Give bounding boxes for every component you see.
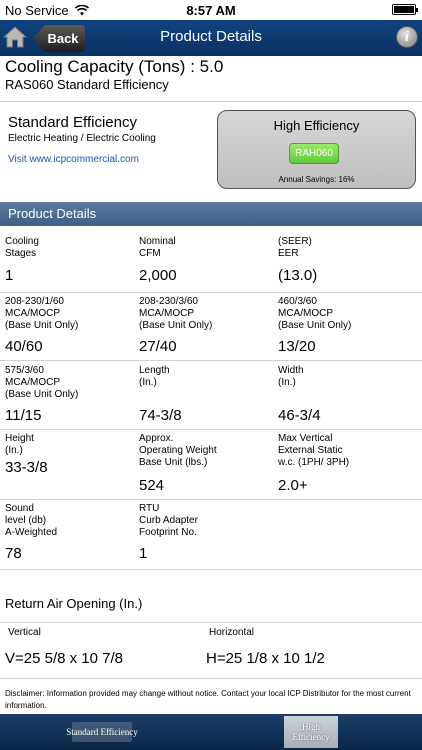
section-header: Product Details [0,202,422,226]
tab-label: High Efficiency [292,722,330,742]
tab-label: Standard Efficiency [66,727,138,737]
detail-label: Sound level (db) A-Weighted [5,503,58,538]
detail-cell: Approx. Operating Weight Base Unit (lbs.… [139,430,274,499]
product-details-grid: Cooling Stages 1 Nominal CFM 2,000 (SEER… [0,226,422,570]
battery-icon [392,4,418,15]
detail-value: 1 [5,267,14,284]
detail-cell: Cooling Stages 1 [5,226,135,292]
detail-label: 208-230/1/60 MCA/MOCP (Base Unit Only) [5,296,79,331]
details-row: Cooling Stages 1 Nominal CFM 2,000 (SEER… [0,226,422,293]
detail-cell: (SEER) EER (13.0) [278,226,418,292]
detail-cell: Length (In.) 74-3/8 [139,361,274,429]
cooling-capacity: Cooling Capacity (Tons) : 5.0 [5,57,224,76]
detail-cell [278,500,418,569]
detail-label: 208-230/3/60 MCA/MOCP (Base Unit Only) [139,296,213,331]
high-efficiency-model-button[interactable]: RAH060 [289,143,339,164]
detail-cell: Width (In.) 46-3/4 [278,361,418,429]
tab-high-efficiency[interactable]: High Efficiency [284,716,338,748]
detail-label: Cooling Stages [5,236,39,259]
detail-label: Width (In.) [278,365,304,388]
detail-cell: Height (In.) 33-3/8 [5,430,135,499]
detail-value: 2,000 [139,267,177,284]
details-row: 208-230/1/60 MCA/MOCP (Base Unit Only) 4… [0,293,422,361]
info-button[interactable]: i [396,26,418,48]
standard-efficiency-title: Standard Efficiency [8,114,137,131]
detail-cell: Sound level (db) A-Weighted 78 [5,500,135,569]
detail-value: 13/20 [278,338,316,355]
detail-value: 1 [139,545,148,562]
details-row: Sound level (db) A-Weighted 78 RTU Curb … [0,500,422,570]
detail-value: 27/40 [139,338,177,355]
detail-label: Height (In.) [5,433,34,456]
detail-cell: 208-230/3/60 MCA/MOCP (Base Unit Only) 2… [139,293,274,360]
details-row: Height (In.) 33-3/8 Approx. Operating We… [0,430,422,500]
return-air-title: Return Air Opening (In.) [5,596,143,611]
vertical-value: V=25 5/8 x 10 7/8 [5,650,124,667]
details-row: 575/3/60 MCA/MOCP (Base Unit Only) 11/15… [0,361,422,430]
high-efficiency-card[interactable]: High Efficiency RAH060 Annual Savings: 1… [217,110,416,189]
model-name: RAS060 Standard Efficiency [5,77,169,92]
nav-bar: Back Product Details i [0,20,422,56]
detail-value: 33-3/8 [5,459,48,476]
divider [0,678,422,679]
detail-value: 11/15 [5,407,42,424]
horizontal-label: Horizontal [209,627,255,638]
detail-value: 2.0+ [278,477,308,494]
tab-standard-efficiency[interactable]: Standard Efficiency [62,718,142,746]
detail-label: Length (In.) [139,365,170,388]
info-icon: i [404,28,410,45]
detail-label: Max Vertical External Static w.c. (1PH/ … [278,433,350,468]
status-time: 8:57 AM [186,3,236,18]
detail-cell: 460/3/60 MCA/MOCP (Base Unit Only) 13/20 [278,293,418,360]
detail-label: Approx. Operating Weight Base Unit (lbs.… [139,433,217,468]
detail-value: 524 [139,477,165,494]
detail-value: 40/60 [5,338,43,355]
detail-label: Nominal CFM [139,236,176,259]
detail-cell: 575/3/60 MCA/MOCP (Base Unit Only) 11/15 [5,361,135,429]
detail-label: 575/3/60 MCA/MOCP (Base Unit Only) [5,365,79,400]
horizontal-value: H=25 1/8 x 10 1/2 [206,650,325,667]
annual-savings: Annual Savings: 16% [278,175,355,184]
status-bar: No Service 8:57 AM [0,0,422,20]
detail-label: (SEER) EER [278,236,312,259]
detail-label: 460/3/60 MCA/MOCP (Base Unit Only) [278,296,352,331]
vertical-label: Vertical [8,627,41,638]
detail-cell: Nominal CFM 2,000 [139,226,274,292]
tab-bar: Standard Efficiency High Efficiency [0,714,422,750]
detail-label: RTU Curb Adapter Footprint No. [139,503,198,538]
detail-value: 46-3/4 [278,407,321,424]
website-link[interactable]: Visit www.icpcommercial.com [8,154,139,165]
disclaimer: Disclaimer: Information provided may cha… [5,689,411,710]
divider [0,101,422,102]
detail-cell: RTU Curb Adapter Footprint No. 1 [139,500,274,569]
standard-efficiency-subtitle: Electric Heating / Electric Cooling [8,133,156,144]
page-title: Product Details [160,28,262,45]
detail-value: 78 [5,545,22,562]
detail-cell: Max Vertical External Static w.c. (1PH/ … [278,430,418,499]
high-efficiency-title: High Efficiency [273,118,360,133]
detail-cell: 208-230/1/60 MCA/MOCP (Base Unit Only) 4… [5,293,135,360]
detail-value: (13.0) [278,267,318,284]
detail-value: 74-3/8 [139,407,182,424]
